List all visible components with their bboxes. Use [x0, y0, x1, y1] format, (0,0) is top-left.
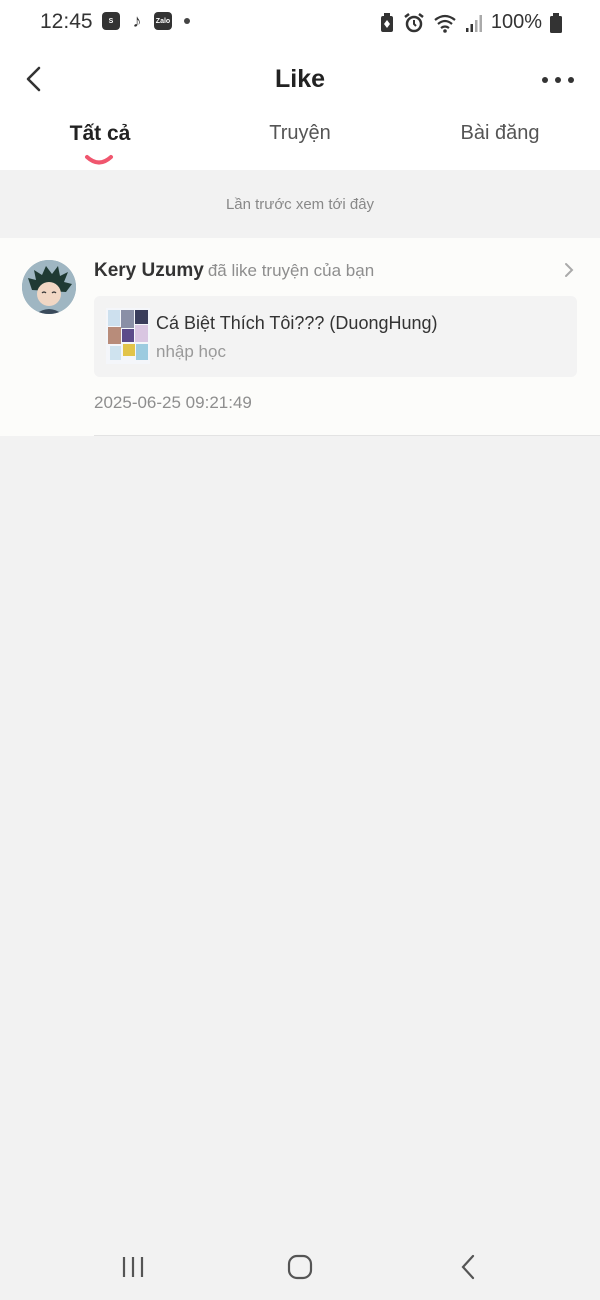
- back-icon: [461, 1254, 475, 1280]
- active-tab-indicator: [85, 155, 113, 165]
- tiktok-icon: ♪: [132, 10, 142, 31]
- notification-text: Kery Uzumy đã like truyện của bạn: [94, 260, 374, 282]
- chevron-right-icon[interactable]: [562, 260, 576, 280]
- avatar[interactable]: [22, 260, 76, 314]
- recents-button[interactable]: [113, 1252, 153, 1282]
- tab-stories[interactable]: Truyện: [200, 122, 400, 145]
- battery-saver-icon: [380, 12, 393, 32]
- tab-posts[interactable]: Bài đăng: [400, 122, 600, 145]
- story-cover-image: [106, 308, 150, 364]
- tab-all[interactable]: Tất cả: [0, 122, 200, 146]
- system-nav-bar: [0, 1230, 600, 1300]
- zalo-icon: Zalo: [154, 12, 172, 30]
- divider: [94, 435, 600, 436]
- notification-action: đã like truyện của bạn: [207, 261, 375, 280]
- story-title: Cá Biệt Thích Tôi??? (DuongHung): [156, 313, 438, 333]
- battery-icon: [550, 12, 562, 33]
- more-options-button[interactable]: [542, 70, 574, 90]
- battery-percent: 100%: [490, 11, 542, 33]
- home-icon: [287, 1254, 313, 1280]
- notification-item[interactable]: Kery Uzumy đã like truyện của bạn Cá Biệt…: [0, 238, 600, 436]
- more-horizontal-icon: [542, 77, 548, 83]
- notification-dot-icon: [184, 18, 190, 24]
- back-nav-button[interactable]: [448, 1252, 488, 1282]
- page-title: Like: [274, 65, 326, 93]
- notification-timestamp: 2025-06-25 09:21:49: [94, 393, 252, 412]
- tab-bar: Tất cả Truyện Bài đăng: [0, 122, 600, 165]
- status-bar: 12:45 S ♪ Zalo 100%: [0, 0, 600, 46]
- recents-icon: [122, 1257, 144, 1277]
- status-time: 12:45: [40, 10, 93, 33]
- page-header: Like Tất cả Truyện Bài đăng: [0, 46, 600, 170]
- status-app-icons: S ♪ Zalo: [102, 10, 190, 31]
- shopee-icon: S: [102, 12, 120, 30]
- status-indicators: 100%: [379, 11, 562, 34]
- story-chapter: nhập học: [156, 342, 226, 361]
- story-card[interactable]: Cá Biệt Thích Tôi??? (DuongHung) nhập họ…: [94, 296, 577, 377]
- notification-username[interactable]: Kery Uzumy: [94, 260, 204, 281]
- wifi-icon: [434, 14, 456, 33]
- signal-icon: [465, 14, 482, 32]
- last-viewed-banner: Lần trước xem tới đây: [225, 195, 375, 213]
- alarm-icon: [404, 12, 424, 32]
- home-button[interactable]: [280, 1252, 320, 1282]
